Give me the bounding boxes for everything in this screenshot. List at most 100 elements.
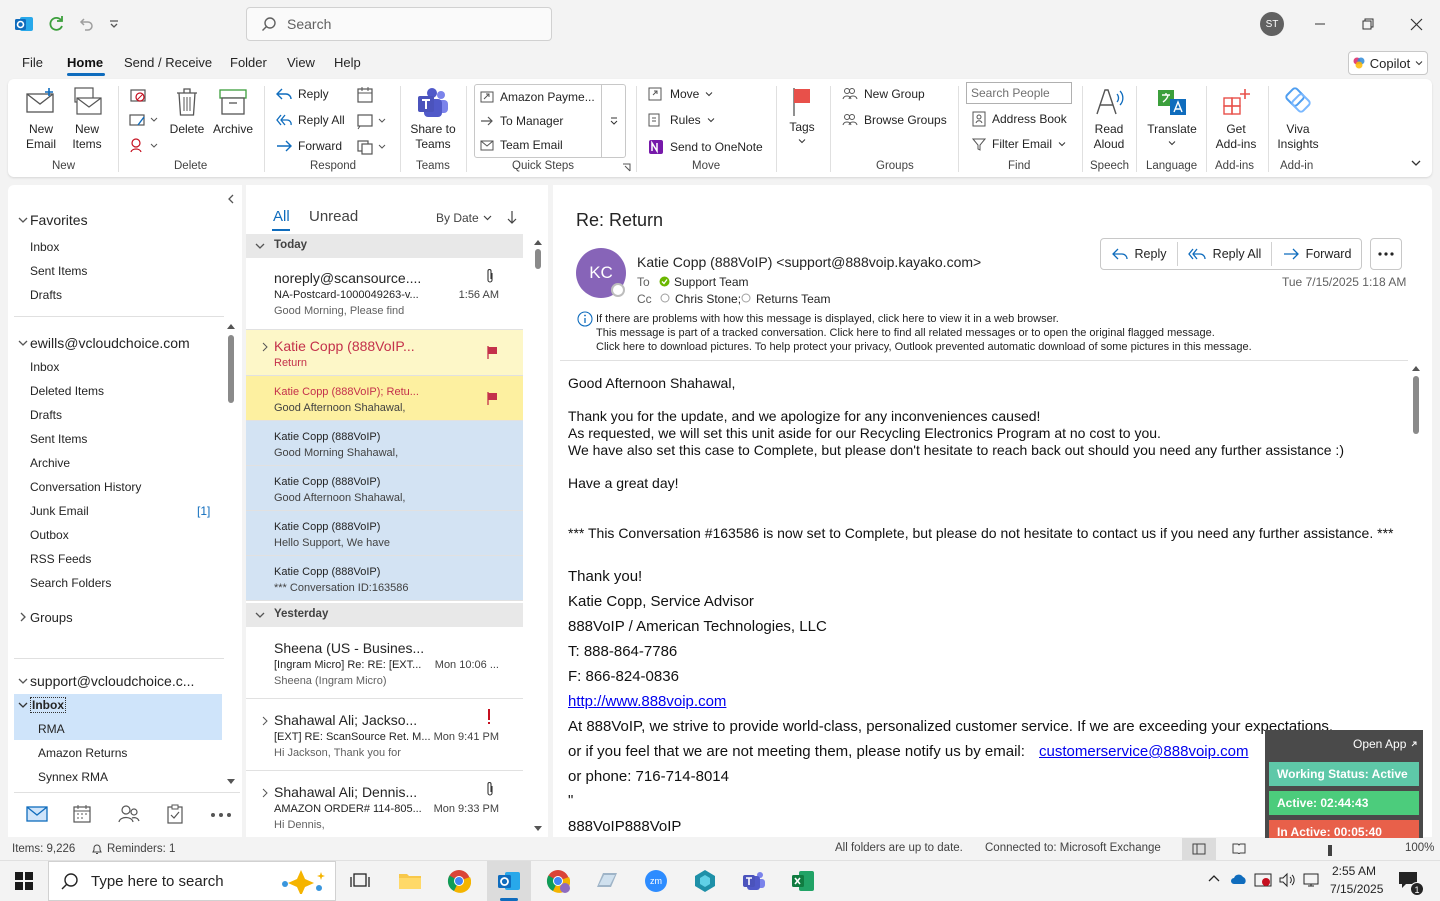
rules-button[interactable]: Rules <box>648 113 715 127</box>
tab-all[interactable]: All <box>273 208 290 225</box>
onedrive-icon[interactable] <box>1230 873 1248 885</box>
move-button[interactable]: Move <box>648 87 713 101</box>
task-view-icon[interactable] <box>344 865 376 897</box>
customize-toolbar-icon[interactable] <box>102 12 126 36</box>
tasks-module-icon[interactable] <box>166 804 184 824</box>
forward-button[interactable]: Forward <box>276 139 342 153</box>
folder-fav-drafts[interactable]: Drafts <box>30 288 62 302</box>
list-item[interactable]: Shahawal Ali; Dennis... AMAZON ORDER# 11… <box>246 771 523 837</box>
menu-send-receive[interactable]: Send / Receive <box>124 55 212 70</box>
reply-all-button[interactable]: Reply All <box>276 113 345 127</box>
info-message-1[interactable]: If there are problems with how this mess… <box>596 313 1059 325</box>
taskbar-date[interactable]: 7/15/2025 <box>1330 882 1383 896</box>
zoom-icon[interactable]: zm <box>640 865 672 897</box>
menu-home[interactable]: Home <box>67 55 103 70</box>
sync-icon[interactable] <box>44 12 68 36</box>
folder-fav-inbox[interactable]: Inbox <box>30 240 59 254</box>
info-message-3[interactable]: Click here to download pictures. To help… <box>596 341 1252 353</box>
account-header-ewills[interactable]: ewills@vcloudchoice.com <box>30 335 190 351</box>
people-module-icon[interactable] <box>118 804 140 824</box>
tags-button[interactable]: Tags <box>786 86 818 145</box>
flag-icon[interactable] <box>486 345 498 359</box>
chevron-down-icon[interactable] <box>18 338 28 348</box>
junk-icon[interactable] <box>129 138 159 154</box>
reply-button[interactable]: Reply <box>276 87 329 101</box>
folder-rss-feeds[interactable]: RSS Feeds <box>30 552 91 566</box>
folder-outbox[interactable]: Outbox <box>30 528 69 542</box>
folder-rma[interactable]: RMA <box>38 722 65 736</box>
delete-button[interactable]: Delete <box>167 86 207 137</box>
quick-step-team-email[interactable]: Team Email <box>480 138 563 152</box>
list-item[interactable]: Sheena (US - Busines... [Ingram Micro] R… <box>246 627 523 699</box>
translate-button[interactable]: Translate <box>1144 86 1200 147</box>
open-app-button[interactable]: Open App <box>1353 737 1418 751</box>
excel-icon[interactable] <box>787 865 819 897</box>
teams-taskbar-icon[interactable] <box>738 865 770 897</box>
new-items-button[interactable]: New Items <box>66 86 108 152</box>
send-to-onenote-button[interactable]: Send to OneNote <box>648 139 763 155</box>
more-actions-button[interactable] <box>1370 238 1402 270</box>
list-item[interactable]: noreply@scansource.... NA-Postcard-10000… <box>246 258 523 330</box>
taskbar-search[interactable]: Type here to search <box>48 861 336 901</box>
quick-step-amazon[interactable]: Amazon Payme... <box>480 90 595 104</box>
menu-folder[interactable]: Folder <box>230 55 267 70</box>
chevron-right-icon[interactable] <box>18 612 28 622</box>
file-explorer-icon[interactable] <box>394 865 426 897</box>
network-icon[interactable] <box>1302 872 1320 888</box>
list-item[interactable]: Shahawal Ali; Jackso... [EXT] RE: ScanSo… <box>246 699 523 771</box>
minimize-button[interactable] <box>1306 10 1334 38</box>
copilot-button[interactable]: Copilot <box>1348 51 1428 75</box>
group-header-yesterday[interactable]: Yesterday <box>246 603 523 627</box>
search-people-input[interactable]: Search People <box>966 82 1072 104</box>
chevron-down-icon[interactable] <box>18 215 28 225</box>
menu-view[interactable]: View <box>287 55 315 70</box>
list-item[interactable]: Katie Copp (888VoIP) Good Afternoon Shah… <box>246 466 523 511</box>
folder-amazon-returns[interactable]: Amazon Returns <box>38 746 127 760</box>
outlook-taskbar-icon[interactable] <box>493 865 525 897</box>
ribbon-collapse-icon[interactable] <box>1410 158 1422 168</box>
folder-fav-sent[interactable]: Sent Items <box>30 264 87 278</box>
user-avatar[interactable]: ST <box>1260 12 1284 36</box>
folder-scrollbar-thumb[interactable] <box>228 335 234 403</box>
zoom-slider-thumb[interactable] <box>1328 845 1332 856</box>
zoom-level[interactable]: 100% <box>1405 842 1434 854</box>
search-box[interactable]: Search <box>246 7 552 41</box>
chrome-profile-icon[interactable] <box>542 865 574 897</box>
reading-reply-all-button[interactable]: Reply All <box>1178 238 1271 270</box>
restore-button[interactable] <box>1354 10 1382 38</box>
undo-icon[interactable] <box>74 12 98 36</box>
cc-recipient-1[interactable]: Chris Stone; <box>675 292 741 306</box>
scroll-down-icon[interactable] <box>533 825 543 833</box>
list-item[interactable]: Katie Copp (888VoIP... Return <box>246 330 523 376</box>
scroll-down-icon[interactable] <box>226 778 236 786</box>
reading-reply-button[interactable]: Reply <box>1100 238 1178 270</box>
chevron-down-icon[interactable] <box>18 700 28 710</box>
folder-archive[interactable]: Archive <box>30 456 70 470</box>
folder-junk-email[interactable]: Junk Email <box>30 504 89 518</box>
sort-by-date-button[interactable]: By Date <box>436 211 492 225</box>
scroll-up-icon[interactable] <box>533 238 543 246</box>
menu-file[interactable]: File <box>22 55 43 70</box>
share-to-teams-button[interactable]: Share to Teams <box>408 86 458 152</box>
security-icon[interactable] <box>1254 872 1272 888</box>
im-reply-icon[interactable] <box>356 112 388 130</box>
reading-scrollbar-thumb[interactable] <box>1413 376 1419 434</box>
group-header-today[interactable]: Today <box>246 234 523 258</box>
close-button[interactable] <box>1402 10 1430 38</box>
read-aloud-button[interactable]: Read Aloud <box>1090 86 1128 152</box>
flag-icon[interactable] <box>486 391 498 405</box>
chrome-icon[interactable] <box>443 865 475 897</box>
dialog-launcher-icon[interactable] <box>622 163 631 172</box>
archive-button[interactable]: Archive <box>210 86 256 137</box>
new-email-button[interactable]: New Email <box>22 86 60 152</box>
quick-step-to-manager[interactable]: To Manager <box>480 114 563 128</box>
taskbar-time[interactable]: 2:55 AM <box>1332 864 1376 878</box>
remote-desktop-icon[interactable] <box>591 865 623 897</box>
meeting-icon[interactable] <box>356 86 374 104</box>
mail-module-icon[interactable] <box>26 805 48 823</box>
collapse-pane-icon[interactable] <box>226 194 236 204</box>
account-header-support[interactable]: support@vcloudchoice.c... <box>30 673 194 689</box>
more-respond-icon[interactable] <box>356 138 388 156</box>
list-item[interactable]: Katie Copp (888VoIP) Good Morning Shahaw… <box>246 421 523 466</box>
folder-inbox[interactable]: Inbox <box>30 360 59 374</box>
